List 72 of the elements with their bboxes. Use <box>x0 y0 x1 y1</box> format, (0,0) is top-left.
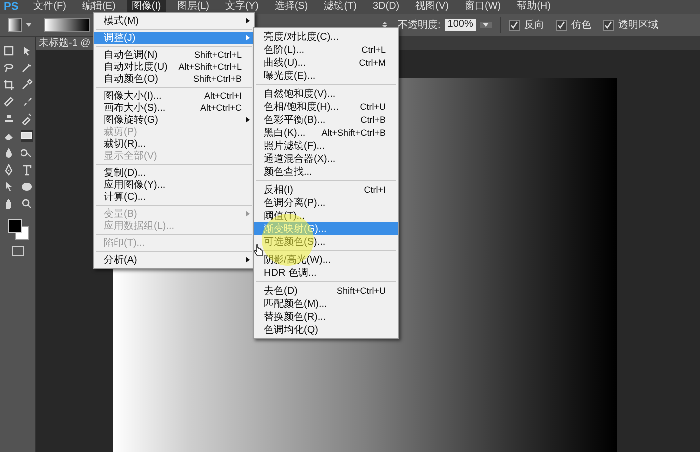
wand-icon[interactable] <box>20 62 32 74</box>
hand-cursor-icon <box>254 244 264 257</box>
checkbox-label: 透明区域 <box>618 18 658 32</box>
zoom-icon[interactable] <box>20 198 32 210</box>
submenu-arrow-icon <box>245 256 251 262</box>
menu-entry[interactable]: 色相/饱和度(H)... Ctrl+U <box>254 100 398 113</box>
checkbox[interactable] <box>603 20 614 30</box>
checkbox[interactable] <box>509 20 520 30</box>
menu-entry[interactable]: 曲线(U)... Ctrl+M <box>254 56 398 69</box>
opacity-field[interactable]: 100% <box>444 19 476 31</box>
submenu-arrow-icon <box>245 34 251 40</box>
lasso-icon[interactable] <box>2 62 14 74</box>
menu-item[interactable]: 窗口(W) <box>460 0 506 14</box>
checkbox-label: 反向 <box>524 19 544 32</box>
menu-entry[interactable]: 图像大小(I)... Alt+Ctrl+I <box>94 90 254 102</box>
quick-mask-icon[interactable] <box>12 246 24 256</box>
type-icon[interactable] <box>20 164 32 176</box>
opacity-label: 不透明度: <box>398 18 441 32</box>
menu-entry[interactable]: 图像旋转(G) <box>94 114 254 126</box>
menu-entry[interactable]: 画布大小(S)... Alt+Ctrl+C <box>94 102 254 114</box>
submenu-arrow-icon <box>245 210 251 216</box>
menu-entry[interactable]: 曝光度(E)... <box>254 69 398 82</box>
dropdown-button[interactable] <box>480 22 492 28</box>
menu-entry[interactable]: 黑白(K)... Alt+Shift+Ctrl+B <box>254 126 398 139</box>
menu-entry[interactable]: 亮度/对比度(C)... <box>254 30 398 43</box>
menu-entry[interactable]: 匹配颜色(M)... <box>254 297 398 310</box>
ellipse-icon[interactable] <box>20 181 32 193</box>
menu-item[interactable]: 滤镜(T) <box>319 0 362 14</box>
menu-item[interactable]: 视图(V) <box>410 0 454 14</box>
app-logo: PS <box>4 1 19 13</box>
menu-item[interactable]: 帮助(H) <box>512 0 556 14</box>
pen-icon[interactable] <box>2 164 14 176</box>
menu-entry[interactable]: 替换颜色(R)... <box>254 310 398 323</box>
menu-entry[interactable]: 分析(A) <box>94 254 254 266</box>
menu-entry[interactable]: 阈值(T)... <box>254 209 398 222</box>
menu-entry[interactable]: 自动对比度(U) Alt+Shift+Ctrl+L <box>94 61 254 73</box>
menu-entry[interactable]: 反相(I) Ctrl+I <box>254 183 398 196</box>
menu-entry[interactable]: 自动色调(N) Shift+Ctrl+L <box>94 49 254 61</box>
menu-entry[interactable]: 照片滤镜(F)... <box>254 139 398 152</box>
color-swatches-icon[interactable] <box>8 219 28 239</box>
menu-item[interactable]: 选择(S) <box>270 0 314 14</box>
menu-entry[interactable]: 计算(C)... <box>94 191 254 203</box>
menu-entry[interactable]: 应用图像(Y)... <box>94 179 254 191</box>
document-tab[interactable]: 未标题-1 @ <box>36 37 93 50</box>
menu-item[interactable]: 编辑(E) <box>77 0 121 14</box>
checkbox[interactable] <box>556 20 568 30</box>
menu-entry[interactable]: 色调分离(P)... <box>254 196 398 209</box>
crop-icon[interactable] <box>2 79 14 91</box>
menu-item[interactable]: 3D(D) <box>368 0 405 14</box>
eyedropper-icon[interactable] <box>20 79 32 91</box>
submenu-arrow-icon <box>245 18 251 24</box>
menu-entry[interactable]: 色阶(L)... Ctrl+L <box>254 43 398 56</box>
menu-item[interactable]: 文字(Y) <box>220 0 264 14</box>
menu-entry[interactable]: 自然饱和度(V)... <box>254 87 398 100</box>
menu-entry[interactable]: 色调均化(Q) <box>254 323 398 336</box>
menu-entry[interactable]: HDR 色调... <box>254 266 398 279</box>
menu-entry[interactable]: 复制(D)... <box>94 167 254 179</box>
menu-entry[interactable]: 裁切(R)... <box>94 138 254 150</box>
gradient-picker[interactable] <box>44 18 90 32</box>
menu-entry[interactable]: 自动颜色(O) Shift+Ctrl+B <box>94 73 254 85</box>
menu-entry[interactable]: 模式(M) <box>94 15 254 27</box>
menu-item[interactable]: 图层(L) <box>172 0 214 14</box>
marquee-icon[interactable] <box>2 45 14 57</box>
menu-item[interactable]: 文件(F) <box>28 0 72 14</box>
checkbox-label: 仿色 <box>571 19 592 32</box>
menu-entry[interactable]: 色彩平衡(B)... Ctrl+B <box>254 113 398 126</box>
submenu-arrow-icon <box>245 116 251 122</box>
menu-entry[interactable]: 去色(D) Shift+Ctrl+U <box>254 284 398 297</box>
menu-entry[interactable]: 颜色查找... <box>254 165 398 178</box>
gradient-tool-icon[interactable] <box>8 18 22 32</box>
caret-icon <box>26 22 32 28</box>
menu-entry[interactable]: 通道混合器(X)... <box>254 152 398 165</box>
